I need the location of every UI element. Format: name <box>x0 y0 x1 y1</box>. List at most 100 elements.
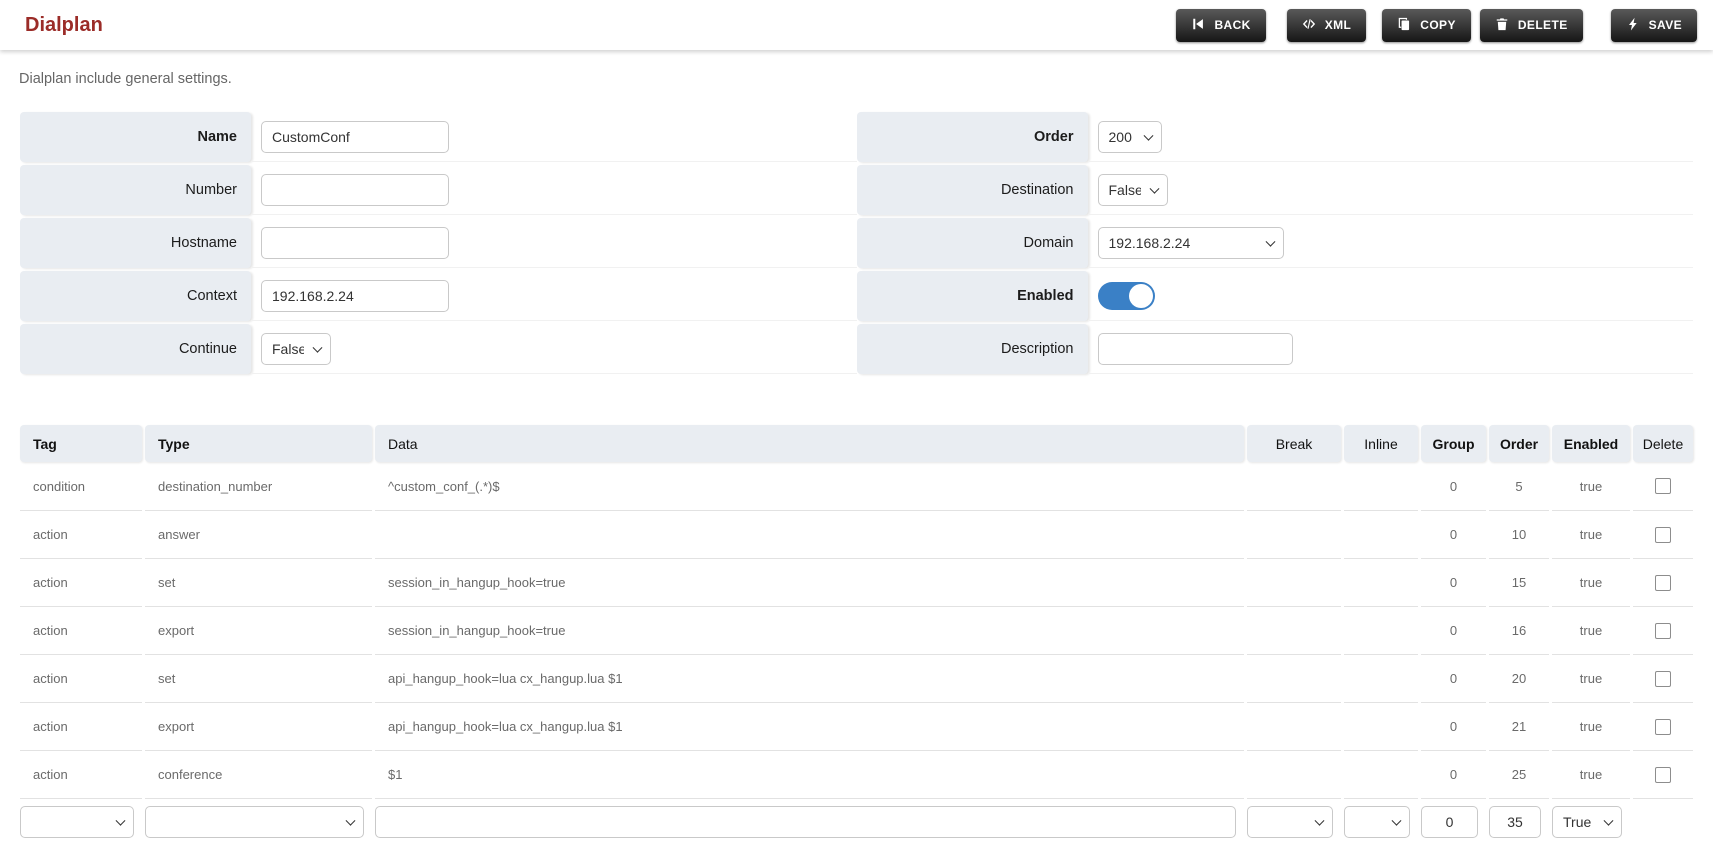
delete-checkbox[interactable] <box>1655 478 1671 494</box>
new-data-input[interactable] <box>375 806 1236 838</box>
table-new-row: True <box>20 798 1693 848</box>
dialplan-details-table: Tag Type Data Break Inline Group Order E… <box>20 425 1693 848</box>
delete-button[interactable]: DELETE <box>1479 8 1583 42</box>
bolt-icon <box>1626 17 1640 34</box>
cell-delete-empty <box>1633 798 1693 848</box>
cell-break <box>1247 462 1341 510</box>
new-order-input[interactable] <box>1489 806 1541 838</box>
new-tag-select[interactable] <box>20 806 134 838</box>
enabled-label: Enabled <box>856 271 1088 321</box>
new-group-input[interactable] <box>1421 806 1478 838</box>
form-row: Description <box>856 324 1693 374</box>
button-label: SAVE <box>1648 18 1682 32</box>
cell-order: 15 <box>1489 558 1549 606</box>
cell-type: conference <box>145 750 372 798</box>
cell-enabled: true <box>1552 750 1630 798</box>
cell-group: 0 <box>1421 510 1486 558</box>
description-input[interactable] <box>1097 332 1293 365</box>
cell-data: ^custom_conf_(.*)$ <box>388 478 500 494</box>
continue-label: Continue <box>20 324 251 374</box>
cell-tag: action <box>20 510 142 558</box>
cell-inline <box>1344 462 1418 510</box>
cell-data: session_in_hangup_hook=true <box>375 606 1244 654</box>
cell-group: 0 <box>1421 702 1486 750</box>
new-break-select[interactable] <box>1247 806 1333 838</box>
copy-icon <box>1397 17 1411 34</box>
new-type-select[interactable] <box>145 806 364 838</box>
delete-checkbox[interactable] <box>1655 670 1671 687</box>
copy-button[interactable]: COPY <box>1382 8 1471 42</box>
cell-inline <box>1344 702 1418 750</box>
table-row: action export session_in_hangup_hook=tru… <box>20 606 1693 654</box>
column-header-type: Type <box>145 425 372 462</box>
cell-tag: condition <box>33 478 86 494</box>
table-row: action export api_hangup_hook=lua cx_han… <box>20 702 1693 750</box>
column-header-break: Break <box>1247 425 1341 462</box>
delete-checkbox[interactable] <box>1655 718 1671 735</box>
cell-order: 16 <box>1489 606 1549 654</box>
new-enabled-select[interactable]: True <box>1552 806 1622 838</box>
cell-type: answer <box>145 510 372 558</box>
cell-inline <box>1344 654 1418 702</box>
form-row: Domain 192.168.2.24 <box>856 218 1693 268</box>
cell-tag: action <box>20 558 142 606</box>
page-description: Dialplan include general settings. <box>19 71 232 87</box>
app-header: Dialplan BACK XML COPY DELETE SAVE <box>0 0 1713 50</box>
cell-group: 0 <box>1449 478 1458 494</box>
cell-data <box>375 510 1244 558</box>
column-header-enabled: Enabled <box>1552 425 1630 462</box>
cell-enabled: true <box>1552 654 1630 702</box>
form-row: Number <box>20 165 857 215</box>
page-title: Dialplan <box>25 13 103 36</box>
form-row: Name <box>20 112 857 162</box>
destination-label: Destination <box>856 165 1088 215</box>
table-row: action set session_in_hangup_hook=true 0… <box>20 558 1693 606</box>
cell-break <box>1247 654 1341 702</box>
back-button[interactable]: BACK <box>1176 8 1266 42</box>
cell-tag: action <box>20 654 142 702</box>
cell-tag: action <box>20 606 142 654</box>
domain-select[interactable]: 192.168.2.24 <box>1097 226 1284 259</box>
column-header-order: Order <box>1489 425 1549 462</box>
delete-checkbox[interactable] <box>1655 574 1671 591</box>
delete-checkbox[interactable] <box>1655 766 1671 783</box>
number-input[interactable] <box>261 173 449 206</box>
save-button[interactable]: SAVE <box>1610 8 1697 42</box>
cell-order: 5 <box>1515 478 1523 494</box>
cell-tag: action <box>20 750 142 798</box>
hostname-label: Hostname <box>20 218 251 268</box>
cell-inline <box>1344 510 1418 558</box>
cell-inline <box>1344 606 1418 654</box>
form-row: Enabled <box>856 271 1693 321</box>
xml-button[interactable]: XML <box>1286 8 1367 42</box>
hostname-input[interactable] <box>261 226 449 259</box>
name-input[interactable] <box>261 120 449 153</box>
context-input[interactable] <box>261 279 449 312</box>
column-header-group: Group <box>1421 425 1486 462</box>
continue-select[interactable]: False <box>261 332 331 365</box>
cell-data: session_in_hangup_hook=true <box>375 558 1244 606</box>
order-select[interactable]: 200 <box>1097 120 1162 153</box>
dialplan-settings-form: Name Number Hostname Context Continue Fa… <box>20 112 1693 377</box>
cell-enabled: true <box>1552 558 1630 606</box>
cell-inline <box>1344 750 1418 798</box>
cell-break <box>1247 510 1341 558</box>
new-inline-select[interactable] <box>1344 806 1410 838</box>
cell-enabled: true <box>1579 478 1603 494</box>
enabled-toggle[interactable] <box>1097 281 1155 310</box>
cell-order: 10 <box>1489 510 1549 558</box>
delete-checkbox[interactable] <box>1655 622 1671 639</box>
button-label: BACK <box>1214 18 1251 32</box>
destination-select[interactable]: False <box>1097 173 1168 206</box>
cell-tag: action <box>20 702 142 750</box>
column-header-delete: Delete <box>1633 425 1693 462</box>
cell-break <box>1247 702 1341 750</box>
delete-checkbox[interactable] <box>1655 526 1671 543</box>
context-label: Context <box>20 271 251 321</box>
column-header-data: Data <box>375 425 1244 462</box>
cell-type: export <box>145 702 372 750</box>
cell-data: api_hangup_hook=lua cx_hangup.lua $1 <box>375 702 1244 750</box>
cell-enabled: true <box>1552 702 1630 750</box>
button-label: XML <box>1324 18 1352 32</box>
cell-data: $1 <box>375 750 1244 798</box>
